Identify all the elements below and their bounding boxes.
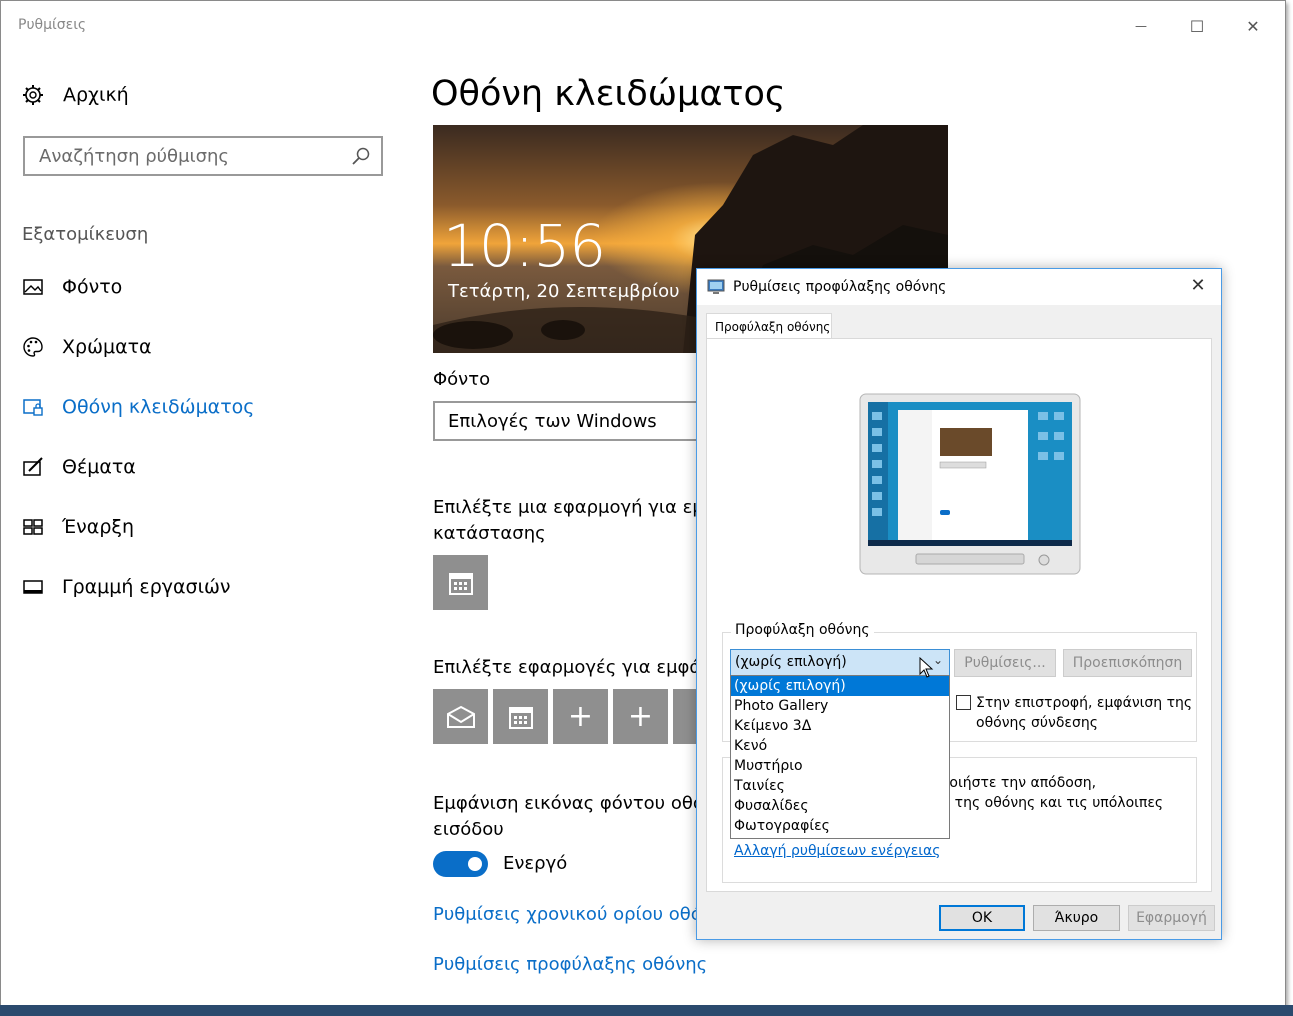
window-title: Ρυθμίσεις <box>18 17 87 33</box>
toggle-state-label: Ενεργό <box>503 853 568 874</box>
power-settings-link[interactable]: Αλλαγή ρυθμίσεων ενέργειας <box>734 843 941 859</box>
resume-logon-line: Στην επιστροφή, εμφάνιση της <box>976 695 1193 711</box>
signin-background-label: Εμφάνιση εικόνας φόντου οθόν εισόδου <box>433 791 714 843</box>
sidebar-item-label: Οθόνη κλειδώματος <box>62 396 255 418</box>
quick-status-label: Επιλέξτε εφαρμογές για εμφάνι <box>433 657 718 678</box>
screensaver-preview-button[interactable]: Προεπισκόπηση <box>1063 649 1192 677</box>
taskbar-strip <box>0 1005 1293 1016</box>
lock-screen-icon <box>23 399 43 416</box>
dialog-title: Ρυθμίσεις προφύλαξης οθόνης <box>733 279 947 295</box>
dialog-titlebar: Ρυθμίσεις προφύλαξης οθόνης ✕ <box>697 269 1221 305</box>
resume-logon-checkbox[interactable] <box>956 695 971 710</box>
section-label: Εξατομίκευση <box>22 224 149 245</box>
close-icon: ✕ <box>1246 16 1260 36</box>
plus-icon: + <box>627 699 654 734</box>
taskbar-icon <box>23 580 43 594</box>
picture-icon <box>23 279 43 295</box>
sidebar-item-start[interactable]: Έναρξη <box>22 516 134 538</box>
power-description: ποιήστε την απόδοση, α της οθόνης και τι… <box>941 773 1163 813</box>
page-title: Οθόνη κλειδώματος <box>431 74 786 114</box>
dropdown-option[interactable]: Κενό <box>731 736 949 756</box>
background-label: Φόντο <box>433 369 491 390</box>
dialog-close-button[interactable]: ✕ <box>1183 275 1213 299</box>
resume-logon-label: Στην επιστροφή, εμφάνιση της οθόνης σύνδ… <box>976 693 1192 733</box>
plus-icon: + <box>567 699 594 734</box>
lock-screen-date: Τετάρτη, 20 Σεπτεμβρίου <box>448 281 680 302</box>
screensaver-select[interactable]: (χωρίς επιλογή) ⌄ <box>730 649 950 676</box>
ok-button[interactable]: OK <box>939 905 1025 931</box>
sidebar-item-label: Γραμμή εργασιών <box>62 576 231 598</box>
sidebar-item-themes[interactable]: Θέματα <box>22 456 136 478</box>
power-description-line: ποιήστε την απόδοση, <box>941 775 1097 791</box>
quick-status-mail-tile[interactable] <box>433 689 488 744</box>
dropdown-option[interactable]: Φωτογραφίες <box>731 816 949 836</box>
minimize-icon: — <box>1135 19 1147 33</box>
search-input[interactable]: Αναζήτηση ρύθμισης <box>23 136 383 176</box>
signin-background-line: Εμφάνιση εικόνας φόντου οθόν <box>433 793 714 814</box>
calendar-icon <box>448 572 473 595</box>
sidebar-item-colors[interactable]: Χρώματα <box>22 336 152 358</box>
screen-timeout-link[interactable]: Ρυθμίσεις χρονικού ορίου οθόν <box>433 904 712 925</box>
palette-icon <box>23 337 43 357</box>
dropdown-option[interactable]: Μυστήριο <box>731 756 949 776</box>
dropdown-option[interactable]: Κείμενο 3Δ <box>731 716 949 736</box>
signin-background-toggle[interactable] <box>433 851 488 877</box>
sidebar-item-taskbar[interactable]: Γραμμή εργασιών <box>22 576 231 598</box>
screensaver-settings-link[interactable]: Ρυθμίσεις προφύλαξης οθόνης <box>433 954 707 975</box>
nav-home[interactable]: Αρχική <box>22 84 129 106</box>
dropdown-option[interactable]: Ταινίες <box>731 776 949 796</box>
start-icon <box>23 519 43 535</box>
detailed-status-app-tile[interactable] <box>433 555 488 610</box>
toggle-knob <box>468 857 482 871</box>
settings-window: Ρυθμίσεις — ☐ ✕ Αρχική Αναζήτηση ρύθμιση… <box>0 0 1293 1016</box>
search-placeholder: Αναζήτηση ρύθμισης <box>39 145 229 167</box>
monitor-preview <box>859 393 1081 575</box>
screensaver-select-value: (χωρίς επιλογή) <box>735 654 847 670</box>
power-description-line: α της οθόνης και τις υπόλοιπες <box>941 795 1164 811</box>
quick-status-add-tile[interactable]: + <box>613 689 668 744</box>
monitor-icon <box>707 279 725 294</box>
calendar-icon <box>508 706 533 729</box>
dropdown-option[interactable]: Photo Gallery <box>731 696 949 716</box>
maximize-button[interactable]: ☐ <box>1174 10 1220 42</box>
screensaver-dialog: Ρυθμίσεις προφύλαξης οθόνης ✕ Προφύλαξη … <box>696 268 1222 940</box>
sidebar-item-background[interactable]: Φόντο <box>22 276 122 298</box>
sidebar-item-label: Θέματα <box>62 456 136 478</box>
search-icon <box>352 147 370 165</box>
dropdown-option[interactable]: Φυσαλίδες <box>731 796 949 816</box>
mouse-cursor-icon <box>919 657 934 678</box>
screensaver-settings-button[interactable]: Ρυθμίσεις... <box>954 649 1056 677</box>
screensaver-group-label: Προφύλαξη οθόνης <box>731 622 874 638</box>
sidebar-item-label: Φόντο <box>62 276 123 298</box>
screensaver-dropdown-list: (χωρίς επιλογή) Photo Gallery Κείμενο 3Δ… <box>730 675 950 839</box>
close-button[interactable]: ✕ <box>1230 10 1276 42</box>
sidebar-item-label: Χρώματα <box>62 336 152 358</box>
apply-button[interactable]: Εφαρμογή <box>1128 905 1215 931</box>
nav-home-label: Αρχική <box>63 84 129 106</box>
minimize-button[interactable]: — <box>1118 10 1164 42</box>
maximize-icon: ☐ <box>1189 16 1205 36</box>
dropdown-option[interactable]: (χωρίς επιλογή) <box>731 676 949 696</box>
detailed-status-line: Επιλέξτε μια εφαρμογή για εμφ <box>433 497 716 518</box>
cancel-button[interactable]: Άκυρο <box>1033 905 1120 931</box>
quick-status-calendar-tile[interactable] <box>493 689 548 744</box>
quick-status-add-tile[interactable]: + <box>553 689 608 744</box>
resume-logon-line: οθόνης σύνδεσης <box>976 715 1098 731</box>
tab-screensaver[interactable]: Προφύλαξη οθόνης <box>706 313 832 339</box>
mail-icon <box>446 705 475 728</box>
close-icon: ✕ <box>1190 275 1206 296</box>
lock-screen-time: 10:56 <box>443 212 606 280</box>
sidebar-item-lock-screen[interactable]: Οθόνη κλειδώματος <box>22 396 254 418</box>
detailed-status-label: Επιλέξτε μια εφαρμογή για εμφ κατάστασης <box>433 495 716 547</box>
background-select[interactable]: Επιλογές των Windows <box>433 401 733 441</box>
brush-icon <box>23 457 43 476</box>
gear-icon <box>23 85 43 105</box>
sidebar-item-label: Έναρξη <box>62 516 135 538</box>
signin-background-line: εισόδου <box>433 819 504 840</box>
quick-status-add-tile[interactable] <box>673 689 697 744</box>
detailed-status-line: κατάστασης <box>433 523 546 544</box>
